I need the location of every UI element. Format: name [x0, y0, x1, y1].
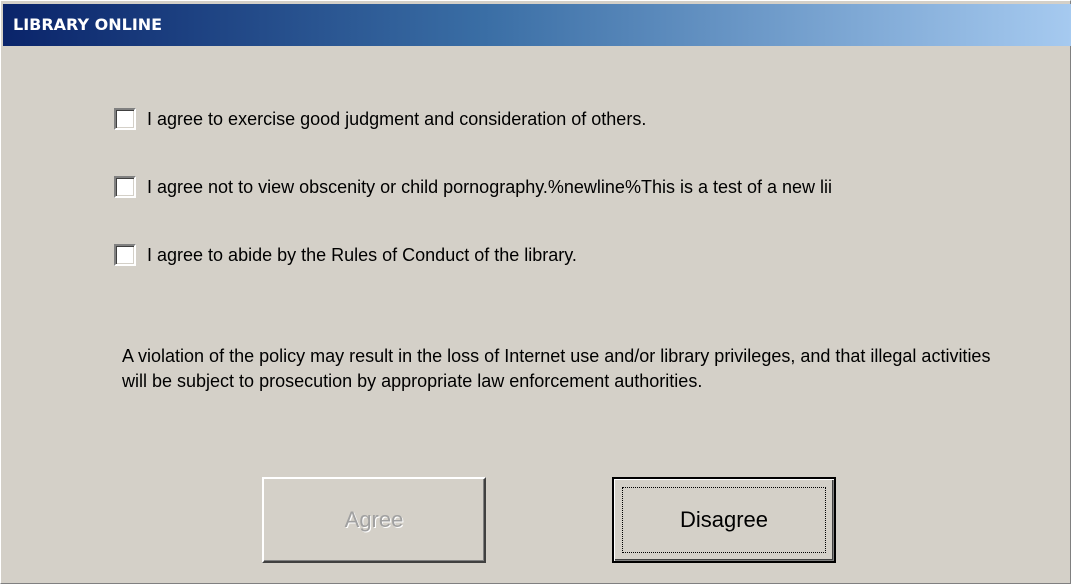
agreement-label-obscenity[interactable]: I agree not to view obscenity or child p…: [147, 176, 832, 198]
agreement-label-rules[interactable]: I agree to abide by the Rules of Conduct…: [147, 244, 577, 266]
title-bar: LIBRARY ONLINE: [3, 4, 1071, 46]
agreement-checkbox-judgment[interactable]: [114, 108, 136, 130]
disagree-button-label: Disagree: [679, 507, 769, 532]
agreement-checkbox-rules[interactable]: [114, 244, 136, 266]
agreement-row-rules[interactable]: I agree to abide by the Rules of Conduct…: [114, 244, 994, 268]
agree-button[interactable]: Agree: [262, 477, 486, 563]
dialog-window: LIBRARY ONLINE I agree to exercise good …: [0, 0, 1071, 584]
window-title: LIBRARY ONLINE: [13, 15, 163, 34]
agreement-label-judgment[interactable]: I agree to exercise good judgment and co…: [147, 108, 646, 130]
agreement-checkbox-obscenity[interactable]: [114, 176, 136, 198]
agreement-row-judgment[interactable]: I agree to exercise good judgment and co…: [114, 108, 994, 132]
disagree-button[interactable]: Disagree: [612, 477, 836, 563]
agree-button-label: Agree: [344, 507, 404, 532]
agreement-row-obscenity[interactable]: I agree not to view obscenity or child p…: [114, 176, 994, 200]
policy-notice: A violation of the policy may result in …: [122, 346, 991, 391]
